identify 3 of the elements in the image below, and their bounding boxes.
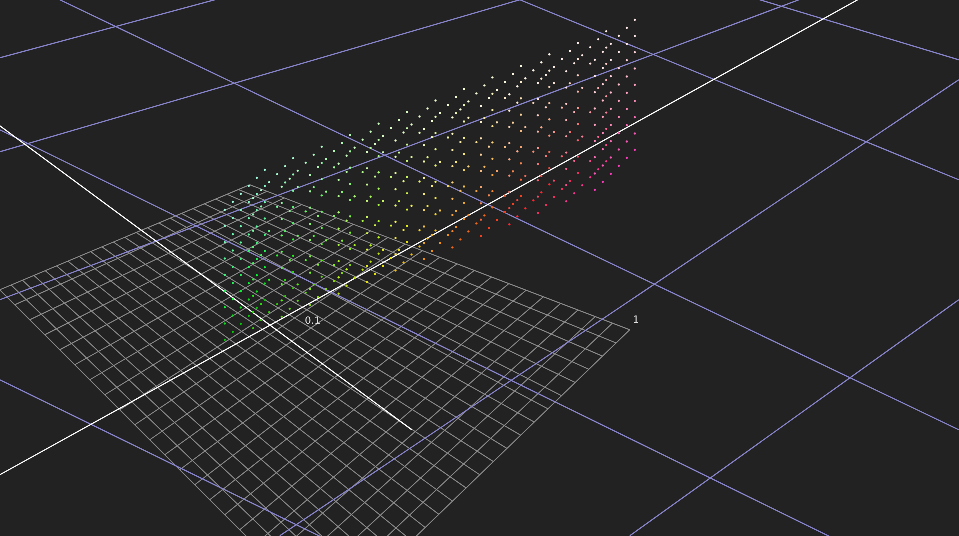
3d-viewport[interactable]: 0.1 1 [0,0,959,536]
axis-label: 0.1 [305,316,321,328]
axis-label: 1 [633,315,640,327]
